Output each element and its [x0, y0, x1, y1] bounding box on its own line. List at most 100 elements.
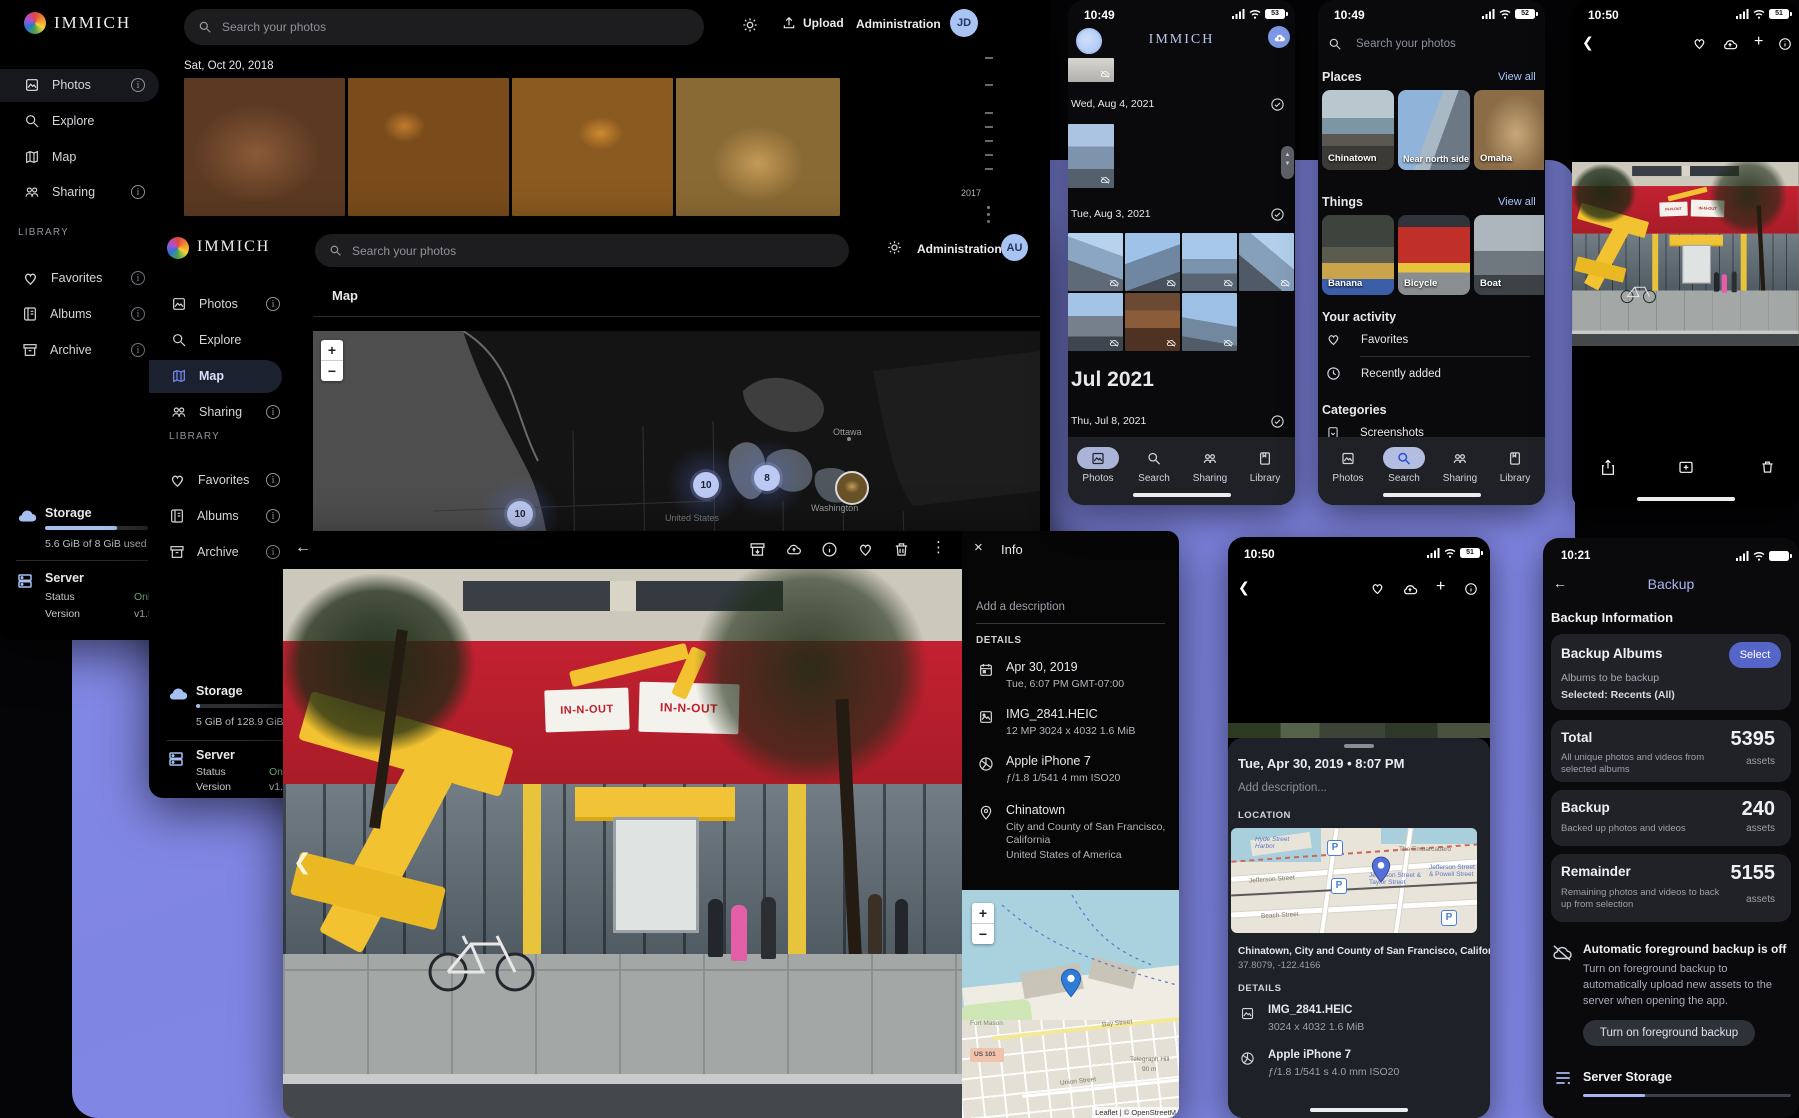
more-options-icon[interactable]: ⋮: [931, 538, 946, 556]
back-icon[interactable]: ❮: [1238, 579, 1250, 596]
trash-icon[interactable]: [893, 541, 910, 558]
nav-photos[interactable]: Photos: [1070, 449, 1126, 484]
place-card-omaha[interactable]: Omaha: [1474, 90, 1544, 170]
photo-thumbnail[interactable]: [1182, 233, 1237, 291]
search-input[interactable]: Search your photos: [184, 9, 704, 45]
info-icon[interactable]: i: [131, 271, 145, 285]
photo-thumbnail[interactable]: [1068, 124, 1114, 188]
heart-icon[interactable]: [1692, 36, 1707, 51]
cloud-upload-icon[interactable]: [1722, 37, 1738, 51]
photo-thumbnail[interactable]: [1068, 293, 1123, 351]
sidebar-item-archive[interactable]: Archive: [169, 536, 239, 568]
sidebar-item-map[interactable]: Map: [24, 141, 76, 173]
share-icon[interactable]: [1600, 458, 1616, 476]
nav-sharing[interactable]: Sharing: [1432, 449, 1488, 484]
nav-search[interactable]: Search: [1376, 449, 1432, 484]
add-description-field[interactable]: Add a description: [976, 601, 1065, 613]
nav-library[interactable]: Library: [1237, 449, 1293, 484]
zoom-in-button[interactable]: +: [972, 903, 994, 924]
add-description-field[interactable]: Add description...: [1238, 782, 1327, 794]
sidebar-item-favorites[interactable]: Favorites: [22, 262, 102, 294]
photo-mushroom-3[interactable]: [512, 78, 673, 216]
archive-icon[interactable]: [749, 541, 766, 558]
info-icon[interactable]: i: [131, 307, 145, 321]
nav-search[interactable]: Search: [1126, 449, 1182, 484]
select-all-icon[interactable]: [1270, 207, 1285, 222]
timeline-scrubber[interactable]: 2017: [975, 50, 1005, 230]
thing-card-boat[interactable]: Boat: [1474, 215, 1544, 295]
add-icon[interactable]: +: [1754, 33, 1763, 51]
photo-mushroom-1[interactable]: [184, 78, 345, 216]
thing-card-banana[interactable]: Banana: [1322, 215, 1394, 295]
photo-thumbnail[interactable]: [1068, 58, 1114, 82]
map-cluster-marker[interactable]: 10: [693, 472, 719, 498]
zoom-out-button[interactable]: −: [321, 361, 343, 381]
nav-photos[interactable]: Photos: [1320, 449, 1376, 484]
nav-library[interactable]: Library: [1487, 449, 1543, 484]
theme-toggle-icon[interactable]: [887, 240, 902, 255]
activity-favorites-row[interactable]: Favorites: [1326, 332, 1408, 347]
info-icon[interactable]: i: [266, 405, 280, 419]
place-card-near-north-side[interactable]: Near north side: [1398, 90, 1470, 170]
photo-thumbnail[interactable]: [1125, 233, 1180, 291]
select-all-icon[interactable]: [1270, 97, 1285, 112]
upload-button[interactable]: Upload: [782, 16, 844, 30]
info-icon[interactable]: [1778, 37, 1792, 51]
sidebar-item-albums[interactable]: Albums: [169, 500, 239, 532]
photo-thumbnail[interactable]: [1182, 293, 1237, 351]
photo-thumbnail[interactable]: [1068, 233, 1123, 291]
trash-icon[interactable]: [1760, 459, 1775, 475]
photo-thumbnail[interactable]: [1239, 233, 1294, 291]
cloud-upload-icon[interactable]: [785, 541, 803, 558]
sidebar-item-albums[interactable]: Albums: [22, 298, 92, 330]
heart-icon[interactable]: [857, 541, 874, 558]
sidebar-item-sharing[interactable]: Sharing: [24, 176, 95, 208]
user-avatar[interactable]: JD: [950, 9, 978, 37]
zoom-out-button[interactable]: −: [972, 924, 994, 944]
sheet-drag-handle[interactable]: [1344, 744, 1374, 748]
search-row[interactable]: Search your photos: [1318, 30, 1545, 58]
detail-bottom-sheet[interactable]: Tue, Apr 30, 2019 • 8:07 PM Add descript…: [1228, 738, 1490, 1118]
info-icon[interactable]: i: [131, 343, 145, 357]
profile-avatar[interactable]: [1268, 26, 1290, 48]
place-card-chinatown[interactable]: Chinatown: [1322, 90, 1394, 170]
info-icon[interactable]: [1464, 582, 1478, 596]
previous-photo-icon[interactable]: ❮: [293, 849, 311, 875]
thing-card-bicycle[interactable]: Bicycle: [1398, 215, 1470, 295]
info-icon[interactable]: i: [266, 509, 280, 523]
photo-sliver[interactable]: [1228, 723, 1490, 738]
photo-display[interactable]: IN-N-OUT IN-N-OUT: [1572, 162, 1799, 346]
photo-mushroom-basket[interactable]: [676, 78, 840, 216]
info-icon[interactable]: i: [131, 78, 145, 92]
administration-link[interactable]: Administration: [917, 242, 1002, 256]
info-icon[interactable]: i: [131, 185, 145, 199]
minimap-zoom-control[interactable]: + −: [972, 903, 994, 944]
sidebar-item-favorites[interactable]: Favorites: [169, 464, 249, 496]
add-icon[interactable]: +: [1436, 578, 1445, 596]
things-view-all-link[interactable]: View all: [1498, 196, 1536, 208]
nav-sharing[interactable]: Sharing: [1182, 449, 1238, 484]
sidebar-item-map[interactable]: Map: [171, 360, 224, 392]
sidebar-item-photos-row[interactable]: Photos: [24, 69, 91, 101]
select-button[interactable]: Select: [1729, 642, 1781, 668]
map-photo-marker[interactable]: [835, 471, 869, 505]
photo-thumbnail[interactable]: [1125, 293, 1180, 351]
map-zoom-control[interactable]: + −: [321, 340, 343, 381]
add-to-album-icon[interactable]: [1678, 459, 1694, 475]
user-avatar[interactable]: AU: [1001, 234, 1028, 261]
map-cluster-marker[interactable]: 8: [754, 465, 780, 491]
places-view-all-link[interactable]: View all: [1498, 71, 1536, 83]
sidebar-item-archive[interactable]: Archive: [22, 334, 92, 366]
photo-mushroom-2[interactable]: [348, 78, 509, 216]
administration-link[interactable]: Administration: [856, 17, 941, 31]
sidebar-item-sharing[interactable]: Sharing: [171, 396, 242, 428]
heart-icon[interactable]: [1370, 581, 1385, 596]
location-map[interactable]: The Embarcadero Jefferson Street Jeffers…: [1231, 828, 1477, 933]
theme-toggle-icon[interactable]: [742, 17, 758, 33]
select-all-icon[interactable]: [1270, 414, 1285, 429]
info-icon[interactable]: [821, 541, 838, 558]
zoom-in-button[interactable]: +: [321, 340, 343, 361]
sidebar-item-explore[interactable]: Explore: [171, 324, 241, 356]
back-icon[interactable]: ❮: [1582, 34, 1594, 51]
turn-on-backup-button[interactable]: Turn on foreground backup: [1583, 1020, 1755, 1046]
